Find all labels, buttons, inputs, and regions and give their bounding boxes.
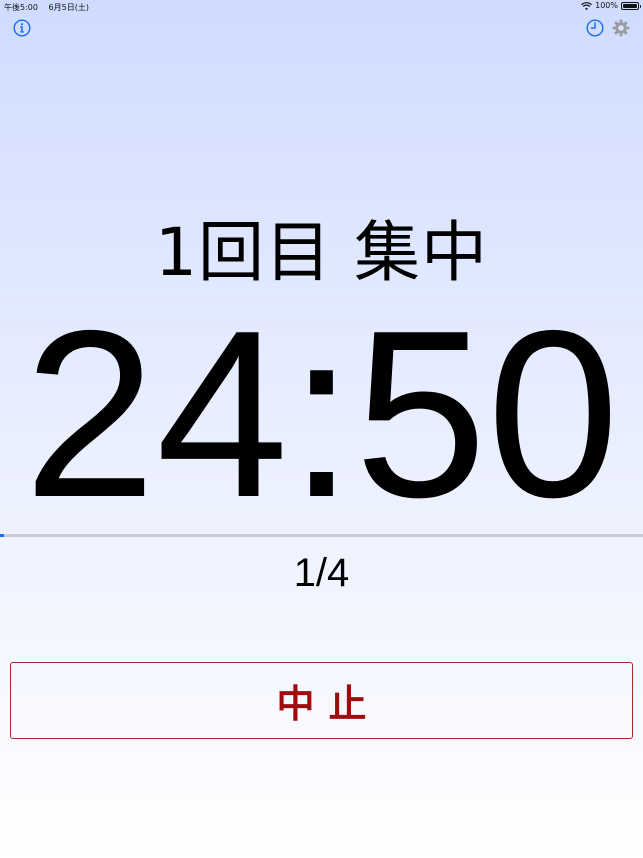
clock-icon[interactable] (586, 19, 604, 37)
battery-level (623, 3, 637, 8)
progress-bar (0, 534, 643, 537)
stop-button[interactable]: 中止 (10, 662, 633, 739)
countdown-timer: 24:50 (23, 282, 620, 547)
status-date: 6月5日(土) (48, 3, 89, 12)
battery-icon (621, 1, 641, 10)
phase-label: 1回目 集中 (155, 214, 488, 291)
status-right: 100% (581, 1, 641, 10)
info-icon[interactable] (13, 19, 31, 37)
progress-fill (0, 534, 5, 537)
status-left: 午後5:00 6月5日(土) (4, 2, 89, 13)
status-bar: 午後5:00 6月5日(土) 100% (0, 0, 643, 14)
wifi-icon (581, 1, 593, 10)
status-time: 午後5:00 (4, 3, 38, 12)
round-counter: 1/4 (293, 551, 350, 595)
gear-icon[interactable] (612, 19, 630, 37)
battery-percent: 100% (595, 1, 618, 10)
